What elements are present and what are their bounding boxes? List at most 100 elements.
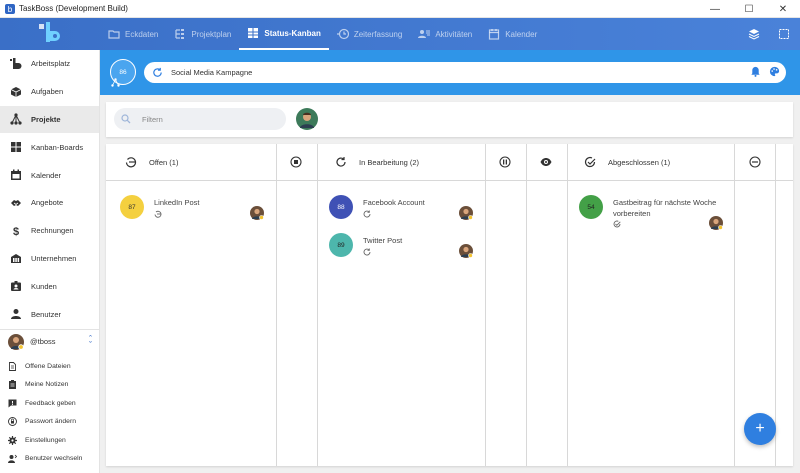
window-title: TaskBoss (Development Build) [19,4,128,13]
avatar [8,333,24,350]
clock-icon [336,28,349,40]
task-card[interactable]: 88 Facebook Account [329,195,479,225]
sidebar-item-angebote[interactable]: Angebote [0,189,99,217]
column-header-offen: Offen (1) [125,144,178,180]
menu-passwort-aendern[interactable]: Passwort ändern [0,413,100,432]
avatar[interactable] [296,108,318,130]
menu-offene-dateien[interactable]: Offene Dateien [0,357,100,376]
task-score: 89 [329,233,353,257]
board-icon [11,142,21,153]
undo-icon [125,157,137,168]
minimize-button[interactable]: — [698,0,732,18]
header-divider [106,180,793,181]
menu-feedback-geben[interactable]: Feedback geben [0,394,100,413]
task-card[interactable]: 87 LinkedIn Post [120,195,270,225]
sidebar-item-kalender[interactable]: Kalender [0,161,99,189]
tab-aktivitaeten[interactable]: Aktivitäten [410,18,480,50]
column-divider [734,144,735,466]
brand-logo[interactable] [0,18,100,50]
app-icon: b [5,3,15,14]
kanban-icon [248,28,259,38]
sidebar-item-kanban-boards[interactable]: Kanban-Boards [0,133,99,161]
layers-icon[interactable] [748,28,760,40]
calendar-icon [489,29,500,40]
column-divider [775,144,776,466]
refresh-icon [336,157,346,167]
maximize-button[interactable]: ☐ [732,0,766,18]
search-icon [121,114,131,124]
tab-status-kanban[interactable]: Status-Kanban [239,18,329,50]
menu-einstellungen[interactable]: Einstellungen [0,431,100,450]
stop-icon[interactable] [290,156,302,168]
gear-icon [8,435,17,445]
avatar [459,206,473,220]
switch-user-icon [8,454,17,464]
handshake-icon [11,199,21,206]
dollar-icon: $ [13,226,19,237]
lock-icon [8,417,17,427]
tab-projektplan[interactable]: Projektplan [166,18,239,50]
sidebar-item-kunden[interactable]: Kunden [0,272,99,300]
clipboard-icon [9,380,16,390]
window-titlebar: b TaskBoss (Development Build) — ☐ ✕ [0,0,800,18]
cube-icon [10,86,22,97]
tab-eckdaten[interactable]: Eckdaten [100,18,166,50]
check-circle-icon [613,220,621,228]
column-divider [276,144,277,466]
refresh-icon [363,210,371,218]
sidebar: Arbeitsplatz Aufgaben Projekte Kanban-Bo… [0,50,100,473]
close-button[interactable]: ✕ [766,0,800,18]
task-score: 87 [120,195,144,219]
svg-text:b: b [8,5,13,14]
palette-icon[interactable] [769,66,780,77]
filter-bar: Filtern [106,102,793,137]
avatar [250,206,264,220]
menu-benutzer-wechseln[interactable]: Benutzer wechseln [0,450,100,469]
calendar-icon [11,169,21,181]
tab-kalender[interactable]: Kalender [480,18,545,50]
sidebar-item-unternehmen[interactable]: Unternehmen [0,245,99,273]
folder-icon [108,30,120,39]
task-title: Gastbeitrag für nächste Woche vorbereite… [613,198,717,218]
column-divider [526,144,527,466]
task-title: Twitter Post [363,236,403,245]
pause-icon[interactable] [499,156,511,168]
task-card[interactable]: 89 Twitter Post [329,233,479,263]
add-task-button[interactable]: + [744,413,776,445]
menu-meine-notizen[interactable]: Meine Notizen [0,376,100,395]
check-circle-icon [584,156,596,168]
project-name-field[interactable]: Social Media Kampagne [144,62,786,83]
task-score: 88 [329,195,353,219]
sidebar-item-aufgaben[interactable]: Aufgaben [0,78,99,106]
brand-icon [10,57,22,69]
top-navigation: Eckdaten Projektplan Status-Kanban Zeite… [0,18,800,50]
sidebar-item-projekte[interactable]: Projekte [0,105,99,134]
network-icon [10,113,22,126]
filter-input[interactable]: Filtern [114,108,286,130]
undo-icon [154,210,162,218]
task-card[interactable]: 54 Gastbeitrag für nächste Woche vorbere… [579,195,729,231]
avatar [709,216,723,230]
refresh-icon[interactable] [152,67,163,78]
fullscreen-icon[interactable] [778,28,790,40]
chevron-expand-icon[interactable]: ˆˇ [89,335,92,350]
refresh-icon [363,248,371,256]
kanban-board: Offen (1) In Bearbeitung (2) Abgeschloss… [106,144,793,466]
building-icon [11,254,21,264]
sidebar-item-rechnungen[interactable]: $ Rechnungen [0,217,99,245]
sidebar-item-arbeitsplatz[interactable]: Arbeitsplatz [0,50,99,78]
bell-icon[interactable] [750,66,761,77]
tab-zeiterfassung[interactable]: Zeiterfassung [329,18,410,50]
task-title: LinkedIn Post [154,198,200,207]
column-header-abgeschlossen: Abgeschlossen (1) [584,144,670,180]
sidebar-item-benutzer[interactable]: Benutzer [0,300,99,328]
svg-text:$: $ [13,226,19,237]
remove-circle-icon[interactable] [749,156,761,168]
task-score: 54 [579,195,603,219]
main-content: 86 Social Media Kampagne Filtern Offen (… [100,50,800,473]
eye-icon[interactable] [540,156,552,168]
people-icon [418,30,431,38]
project-header: 86 Social Media Kampagne [100,50,800,95]
current-user[interactable]: @tboss ˆˇ [0,329,100,353]
column-header-in-bearbeitung: In Bearbeitung (2) [335,144,419,180]
